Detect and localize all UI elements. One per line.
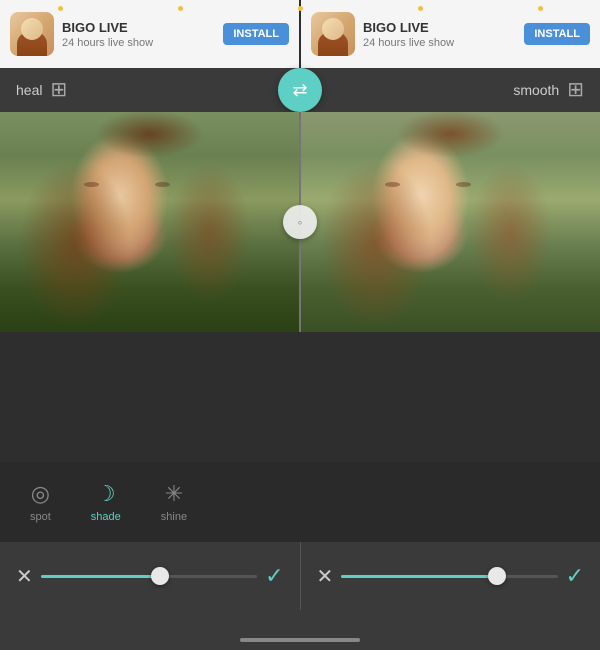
- spot-label: spot: [30, 511, 51, 523]
- cancel-button-right[interactable]: ✕: [317, 564, 334, 589]
- shine-icon: ✳: [165, 481, 183, 507]
- toolbar-left: heal ⊞: [16, 80, 67, 100]
- ad-install-button-left[interactable]: INSTALL: [223, 23, 289, 45]
- smooth-label: smooth: [513, 82, 559, 98]
- heal-label: heal: [16, 82, 42, 98]
- ad-text-right: BIGO LIVE 24 hours live show: [363, 20, 516, 49]
- image-panel-after: [301, 112, 600, 332]
- slider-thumb-right[interactable]: [488, 567, 506, 585]
- controls-panel: ◎ spot ☽ shade ✳ shine: [0, 462, 600, 542]
- images-comparison-row: ◦: [0, 112, 600, 332]
- divider-icon: ◦: [298, 214, 303, 230]
- slider-fill-right: [341, 575, 497, 578]
- ad-banner-left[interactable]: BIGO LIVE 24 hours live show INSTALL: [0, 0, 299, 68]
- fab-container: ⇄: [278, 68, 322, 112]
- portrait-before-features: [0, 112, 299, 332]
- split-view-icon-right[interactable]: ⊞: [567, 80, 584, 100]
- toolbar-right: smooth ⊞: [513, 80, 584, 100]
- home-indicator: [240, 638, 360, 642]
- ad-banner-right[interactable]: BIGO LIVE 24 hours live show INSTALL: [301, 0, 600, 68]
- slider-thumb-left[interactable]: [151, 567, 169, 585]
- ad-text-left: BIGO LIVE 24 hours live show: [62, 20, 215, 49]
- shine-label: shine: [161, 511, 187, 523]
- portrait-after-features: [301, 112, 600, 332]
- cancel-button-left[interactable]: ✕: [16, 564, 33, 589]
- confirm-button-left[interactable]: ✓: [265, 563, 283, 589]
- ads-row: BIGO LIVE 24 hours live show INSTALL BIG…: [0, 0, 600, 68]
- shade-icon: ☽: [96, 481, 116, 507]
- spot-icon: ◎: [31, 481, 50, 507]
- action-bar-left: ✕ ✓: [0, 542, 301, 610]
- fab-button[interactable]: ⇄: [278, 68, 322, 112]
- ad-title-left: BIGO LIVE: [62, 20, 215, 35]
- confirm-button-right[interactable]: ✓: [566, 563, 584, 589]
- shade-label: shade: [91, 511, 121, 523]
- slider-fill-left: [41, 575, 160, 578]
- action-bars: ✕ ✓ ✕ ✓: [0, 542, 600, 610]
- control-spot[interactable]: ◎ spot: [30, 481, 51, 523]
- split-view-icon-left[interactable]: ⊞: [50, 80, 67, 100]
- swap-icon: ⇄: [292, 80, 307, 101]
- ad-title-right: BIGO LIVE: [363, 20, 516, 35]
- ad-avatar-left: [10, 12, 54, 56]
- action-bar-right: ✕ ✓: [301, 542, 600, 610]
- slider-right[interactable]: [341, 575, 557, 578]
- control-shine[interactable]: ✳ shine: [161, 481, 187, 523]
- slider-left[interactable]: [41, 575, 257, 578]
- toolbar-row: heal ⊞ ⇄ smooth ⊞: [0, 68, 600, 112]
- lower-spacer: [0, 332, 600, 462]
- ad-subtitle-right: 24 hours live show: [363, 37, 516, 49]
- ad-install-button-right[interactable]: INSTALL: [524, 23, 590, 45]
- ad-avatar-right: [311, 12, 355, 56]
- image-panel-before: [0, 112, 299, 332]
- ad-subtitle-left: 24 hours live show: [62, 37, 215, 49]
- control-shade[interactable]: ☽ shade: [91, 481, 121, 523]
- comparison-divider-handle[interactable]: ◦: [283, 205, 317, 239]
